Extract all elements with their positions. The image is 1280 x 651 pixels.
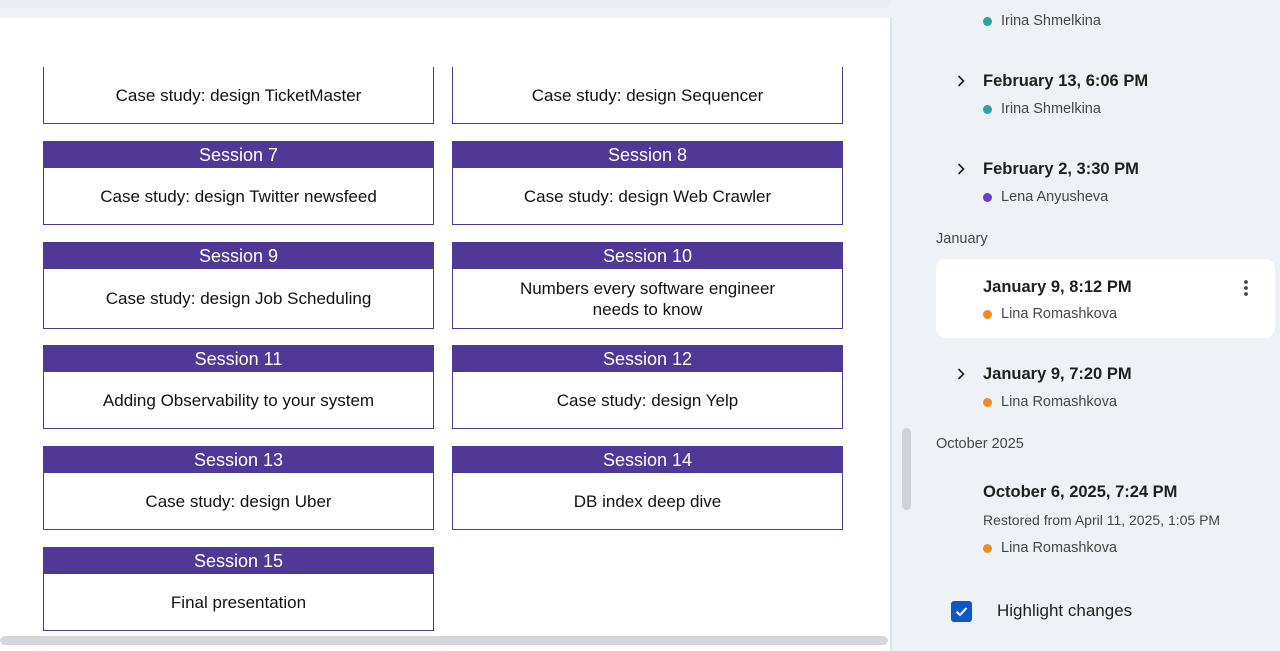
session-card: Session 15 Final presentation: [43, 547, 434, 631]
user-name: Irina Shmelkina: [1001, 13, 1101, 29]
user-color-dot: [983, 16, 992, 26]
session-title: Adding Observability to your system: [102, 390, 375, 410]
document-page[interactable]: Case study: design TicketMaster Case stu…: [0, 18, 890, 651]
session-header: Session 10: [453, 243, 842, 269]
session-card: Session 12 Case study: design Yelp: [452, 345, 843, 429]
user-name: Lina Romashkova: [1001, 540, 1118, 556]
session-title: Case study: design Sequencer: [531, 85, 764, 105]
user-name: Irina Shmelkina: [1001, 101, 1101, 117]
session-header: Session 12: [453, 346, 842, 372]
session-card: Case study: design TicketMaster: [43, 67, 434, 124]
user-color-dot: [983, 397, 992, 407]
version-timestamp: January 9, 8:12 PM: [983, 278, 1132, 296]
session-card: Session 13 Case study: design Uber: [43, 446, 434, 530]
version-timestamp: January 9, 7:20 PM: [983, 365, 1132, 383]
version-timestamp: February 13, 6:06 PM: [983, 72, 1149, 90]
version-user: Irina Shmelkina: [983, 13, 1101, 29]
session-title-line: Numbers every software engineer: [519, 278, 776, 298]
selected-version-card[interactable]: [936, 259, 1275, 338]
session-header: Session 14: [453, 447, 842, 473]
session-title: Numbers every software engineer needs to…: [453, 269, 842, 328]
session-title: Case study: design Job Scheduling: [105, 289, 372, 308]
highlight-changes-row[interactable]: Highlight changes: [951, 600, 1132, 622]
user-color-dot: [983, 543, 992, 553]
chevron-right-icon[interactable]: [954, 367, 968, 381]
version-user: Lina Romashkova: [983, 306, 1117, 322]
session-card: Session 10 Numbers every software engine…: [452, 242, 843, 329]
group-label-october: October 2025: [936, 436, 1024, 452]
version-history-panel: Irina Shmelkina February 13, 6:06 PM Iri…: [918, 0, 1280, 651]
chevron-right-icon[interactable]: [954, 74, 968, 88]
session-card: Session 14 DB index deep dive: [452, 446, 843, 530]
version-user: Irina Shmelkina: [983, 101, 1101, 117]
session-title: DB index deep dive: [573, 491, 722, 511]
session-card: Session 7 Case study: design Twitter new…: [43, 141, 434, 225]
user-name: Lina Romashkova: [1001, 394, 1118, 410]
chevron-right-icon[interactable]: [954, 162, 968, 176]
user-color-dot: [983, 309, 992, 319]
session-header: Session 13: [44, 447, 433, 473]
user-name: Lena Anyusheva: [1001, 189, 1109, 205]
session-title: Case study: design TicketMaster: [115, 85, 362, 105]
more-vert-icon[interactable]: [1236, 278, 1256, 298]
user-color-dot: [983, 104, 992, 114]
check-icon: [955, 606, 968, 616]
version-timestamp: October 6, 2025, 7:24 PM: [983, 483, 1178, 501]
document-area: Case study: design TicketMaster Case stu…: [0, 0, 918, 651]
user-name: Lina Romashkova: [1001, 306, 1118, 322]
session-title-line: needs to know: [592, 299, 703, 319]
session-header: Session 9: [44, 243, 433, 269]
toolbar-strip: [0, 0, 890, 8]
highlight-changes-checkbox[interactable]: [951, 600, 972, 622]
session-card: Case study: design Sequencer: [452, 67, 843, 124]
user-color-dot: [983, 192, 992, 202]
group-label-january: January: [936, 231, 988, 247]
version-user: Lena Anyusheva: [983, 189, 1108, 205]
version-user: Lina Romashkova: [983, 394, 1117, 410]
session-header: Session 8: [453, 142, 842, 168]
session-title: Case study: design Uber: [145, 491, 332, 511]
highlight-changes-label[interactable]: Highlight changes: [997, 601, 1132, 621]
session-card: Session 9 Case study: design Job Schedul…: [43, 242, 434, 329]
session-card: Session 8 Case study: design Web Crawler: [452, 141, 843, 225]
session-title: Final presentation: [170, 592, 307, 612]
version-user: Lina Romashkova: [983, 540, 1117, 556]
session-header: Session 15: [44, 548, 433, 574]
session-title: Case study: design Yelp: [556, 390, 739, 410]
horizontal-scrollbar[interactable]: [0, 636, 888, 645]
page-edge: [890, 18, 892, 651]
version-timestamp: February 2, 3:30 PM: [983, 160, 1139, 178]
vertical-scrollbar[interactable]: [902, 428, 911, 510]
restored-from-note: Restored from April 11, 2025, 1:05 PM: [983, 512, 1221, 528]
session-card: Session 11 Adding Observability to your …: [43, 345, 434, 429]
session-header: Session 7: [44, 142, 433, 168]
session-header: Session 11: [44, 346, 433, 372]
session-title: Case study: design Twitter newsfeed: [100, 186, 377, 206]
session-title: Case study: design Web Crawler: [523, 186, 772, 206]
